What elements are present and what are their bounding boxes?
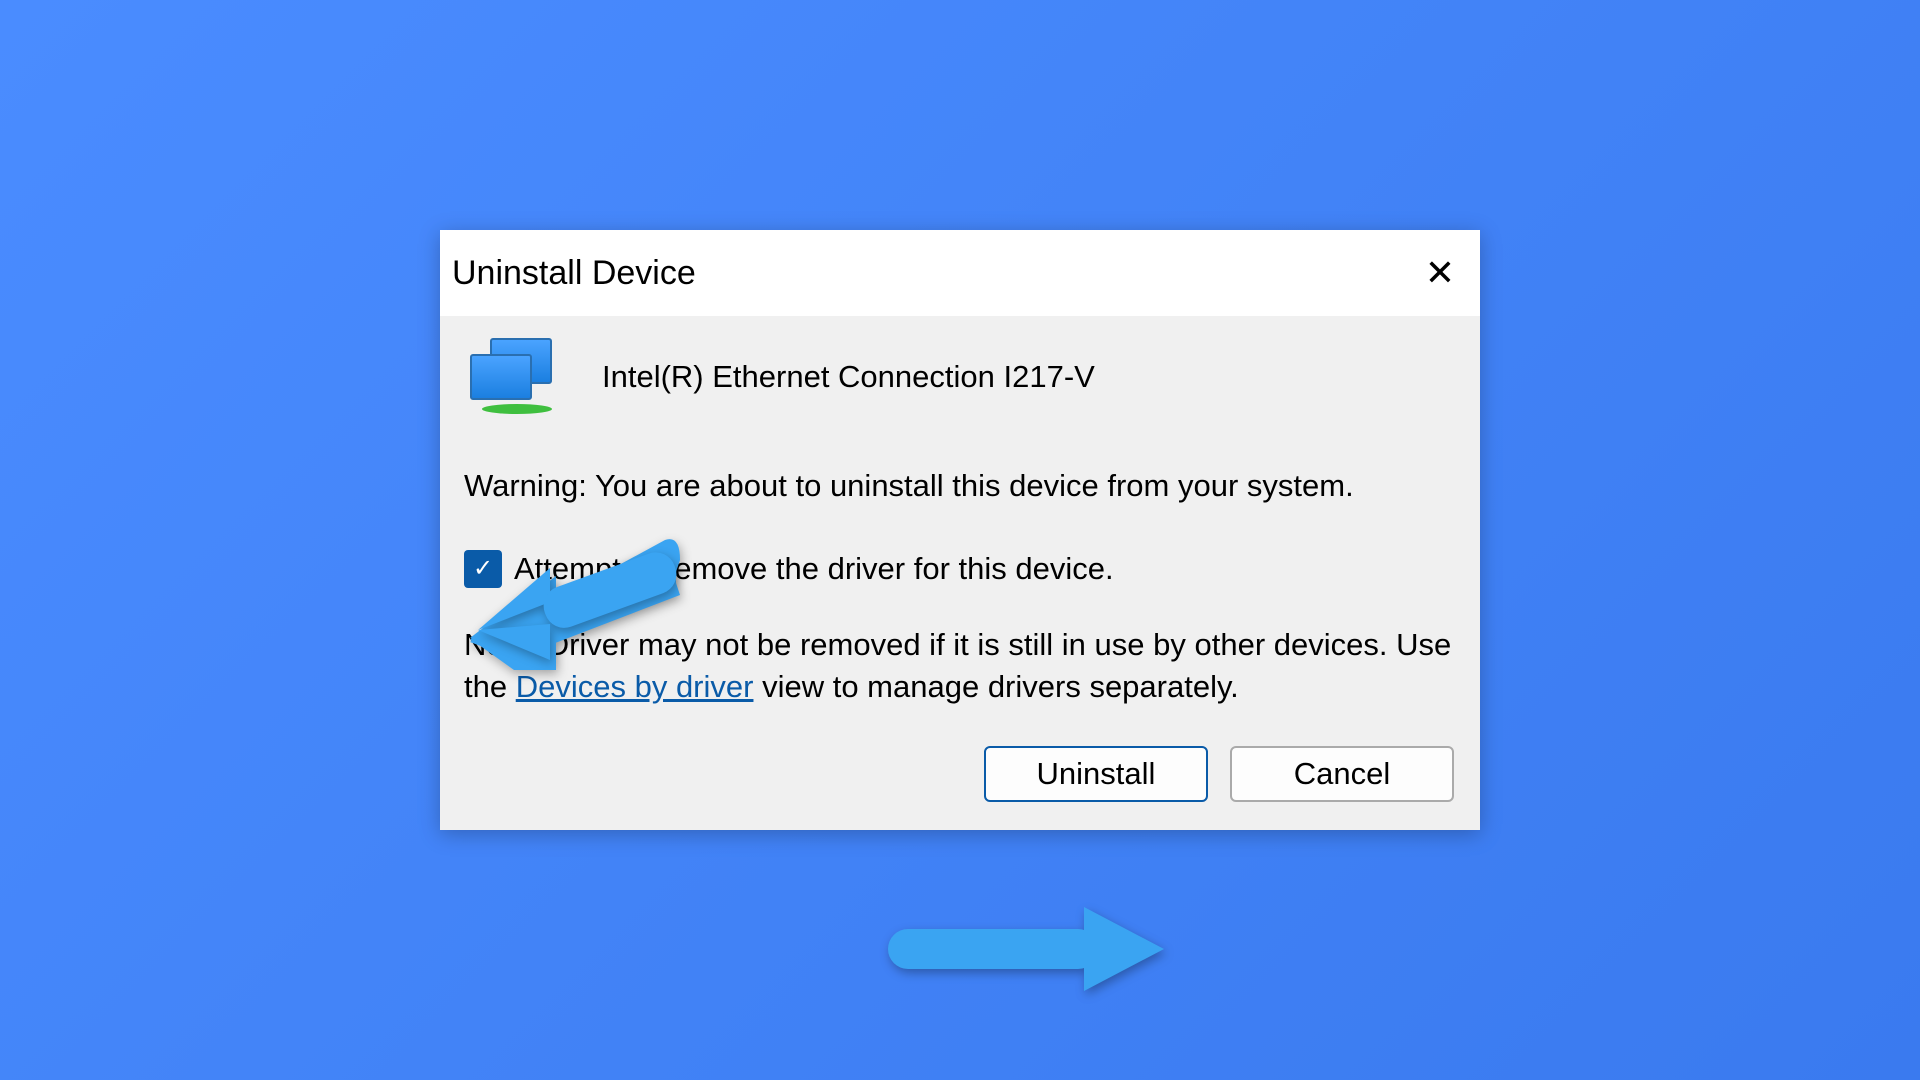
devices-by-driver-link[interactable]: Devices by driver xyxy=(516,669,754,704)
dialog-button-row: Uninstall Cancel xyxy=(464,746,1456,802)
remove-driver-checkbox-row: ✓ Attempt to remove the driver for this … xyxy=(464,550,1456,588)
annotation-arrow-icon xyxy=(878,901,1168,991)
note-suffix: view to manage drivers separately. xyxy=(753,669,1238,704)
dialog-body: Intel(R) Ethernet Connection I217-V Warn… xyxy=(440,316,1480,830)
device-row: Intel(R) Ethernet Connection I217-V xyxy=(464,338,1456,416)
checkmark-icon: ✓ xyxy=(473,557,493,581)
note-text: Note: Driver may not be removed if it is… xyxy=(464,624,1456,708)
close-icon[interactable]: ✕ xyxy=(1416,249,1464,297)
network-device-icon xyxy=(464,338,564,416)
remove-driver-checkbox-label: Attempt to remove the driver for this de… xyxy=(514,551,1114,587)
dialog-title: Uninstall Device xyxy=(452,254,696,293)
warning-text: Warning: You are about to uninstall this… xyxy=(464,466,1456,506)
cancel-button[interactable]: Cancel xyxy=(1230,746,1454,802)
uninstall-button[interactable]: Uninstall xyxy=(984,746,1208,802)
uninstall-device-dialog: Uninstall Device ✕ Intel(R) Ethernet Con… xyxy=(440,230,1480,830)
device-name-label: Intel(R) Ethernet Connection I217-V xyxy=(602,359,1095,395)
dialog-titlebar: Uninstall Device ✕ xyxy=(440,230,1480,316)
remove-driver-checkbox[interactable]: ✓ xyxy=(464,550,502,588)
